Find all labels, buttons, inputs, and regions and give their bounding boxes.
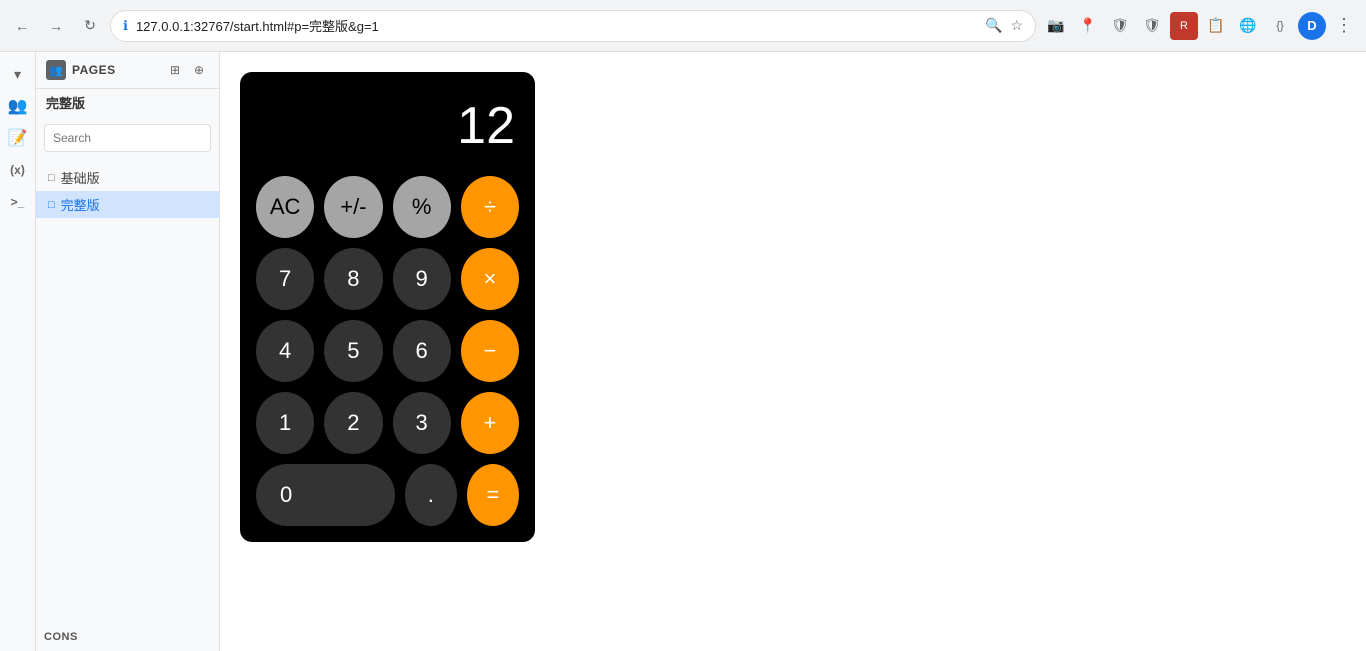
extension-2[interactable]: 📍 — [1074, 12, 1102, 40]
btn-dot[interactable]: . — [405, 464, 457, 526]
btn-0[interactable]: 0 — [256, 464, 395, 526]
calculator: 12 AC +/- % ÷ 7 8 9 × — [240, 72, 535, 542]
profile-button[interactable]: D — [1298, 12, 1326, 40]
sidebar-copy-icon[interactable]: ⊞ — [165, 60, 185, 80]
main-area: ▾ 👥 📝 (x) >_ 👥 PAGES ⊞ ⊕ 完整版 □ 基础版 — [0, 52, 1366, 651]
btn-plusminus[interactable]: +/- — [324, 176, 382, 238]
extension-8[interactable]: {} — [1266, 12, 1294, 40]
pages-label: PAGES — [72, 63, 116, 77]
btn-3[interactable]: 3 — [393, 392, 451, 454]
page-item-label-basic: 基础版 — [61, 168, 100, 187]
cons-section: CONS — [36, 621, 219, 651]
page-item-icon-basic: □ — [48, 172, 55, 184]
strip-notes-icon[interactable]: 📝 — [4, 124, 32, 152]
cons-label: CONS — [44, 631, 78, 643]
btn-7[interactable]: 7 — [256, 248, 314, 310]
search-input[interactable] — [44, 124, 211, 152]
btn-ac[interactable]: AC — [256, 176, 314, 238]
main-content: 12 AC +/- % ÷ 7 8 9 × — [220, 52, 1366, 651]
extension-6[interactable]: 📋 — [1202, 12, 1230, 40]
btn-2[interactable]: 2 — [324, 392, 382, 454]
page-item-label-full: 完整版 — [61, 195, 100, 214]
browser-actions: 📷 📍 🛡 🛡 R 📋 🌐 {} D ⋮ — [1042, 12, 1358, 40]
page-item-basic[interactable]: □ 基础版 — [36, 164, 219, 191]
btn-4[interactable]: 4 — [256, 320, 314, 382]
calc-row-5: 0 . = — [256, 464, 519, 526]
pages-header-icon: 👥 — [46, 60, 66, 80]
btn-divide[interactable]: ÷ — [461, 176, 519, 238]
calc-row-2: 7 8 9 × — [256, 248, 519, 310]
btn-5[interactable]: 5 — [324, 320, 382, 382]
btn-8[interactable]: 8 — [324, 248, 382, 310]
current-page-title: 完整版 — [36, 89, 219, 116]
search-icon: 🔍 — [985, 17, 1002, 34]
strip-console-icon[interactable]: >_ — [4, 188, 32, 216]
btn-1[interactable]: 1 — [256, 392, 314, 454]
calc-buttons: AC +/- % ÷ 7 8 9 × 4 5 6 − — [256, 176, 519, 526]
calc-row-1: AC +/- % ÷ — [256, 176, 519, 238]
extension-1[interactable]: 📷 — [1042, 12, 1070, 40]
btn-9[interactable]: 9 — [393, 248, 451, 310]
sidebar-add-icon[interactable]: ⊕ — [189, 60, 209, 80]
btn-6[interactable]: 6 — [393, 320, 451, 382]
strip-pages-icon[interactable]: 👥 — [4, 92, 32, 120]
search-box — [44, 124, 211, 152]
btn-percent[interactable]: % — [393, 176, 451, 238]
security-icon: ℹ — [123, 18, 128, 34]
forward-button[interactable]: → — [42, 12, 70, 40]
calc-display: 12 — [256, 88, 519, 164]
menu-button[interactable]: ⋮ — [1330, 12, 1358, 40]
bookmark-icon: ☆ — [1010, 17, 1023, 34]
icon-strip: ▾ 👥 📝 (x) >_ — [0, 52, 36, 651]
btn-multiply[interactable]: × — [461, 248, 519, 310]
sidebar-pages-header: 👥 PAGES ⊞ ⊕ — [36, 52, 219, 89]
back-button[interactable]: ← — [8, 12, 36, 40]
reload-button[interactable]: ↻ — [76, 12, 104, 40]
extension-5[interactable]: R — [1170, 12, 1198, 40]
address-bar[interactable]: ℹ 127.0.0.1:32767/start.html#p=完整版&g=1 🔍… — [110, 10, 1036, 42]
extension-7[interactable]: 🌐 — [1234, 12, 1262, 40]
btn-subtract[interactable]: − — [461, 320, 519, 382]
sidebar-panel: 👥 PAGES ⊞ ⊕ 完整版 □ 基础版 □ 完整版 CONS — [36, 52, 220, 651]
url-text: 127.0.0.1:32767/start.html#p=完整版&g=1 — [136, 16, 977, 35]
calc-row-4: 1 2 3 + — [256, 392, 519, 454]
extension-3[interactable]: 🛡 — [1106, 12, 1134, 40]
calc-row-3: 4 5 6 − — [256, 320, 519, 382]
browser-bar: ← → ↻ ℹ 127.0.0.1:32767/start.html#p=完整版… — [0, 0, 1366, 52]
strip-vars-icon[interactable]: (x) — [4, 156, 32, 184]
page-item-icon-full: □ — [48, 199, 55, 211]
page-item-full[interactable]: □ 完整版 — [36, 191, 219, 218]
sidebar-header-actions: ⊞ ⊕ — [165, 60, 209, 80]
page-list: □ 基础版 □ 完整版 — [36, 160, 219, 222]
strip-dropdown-icon[interactable]: ▾ — [4, 60, 32, 88]
calc-display-value: 12 — [457, 96, 515, 156]
extension-4[interactable]: 🛡 — [1138, 12, 1166, 40]
btn-add[interactable]: + — [461, 392, 519, 454]
btn-equals[interactable]: = — [467, 464, 519, 526]
